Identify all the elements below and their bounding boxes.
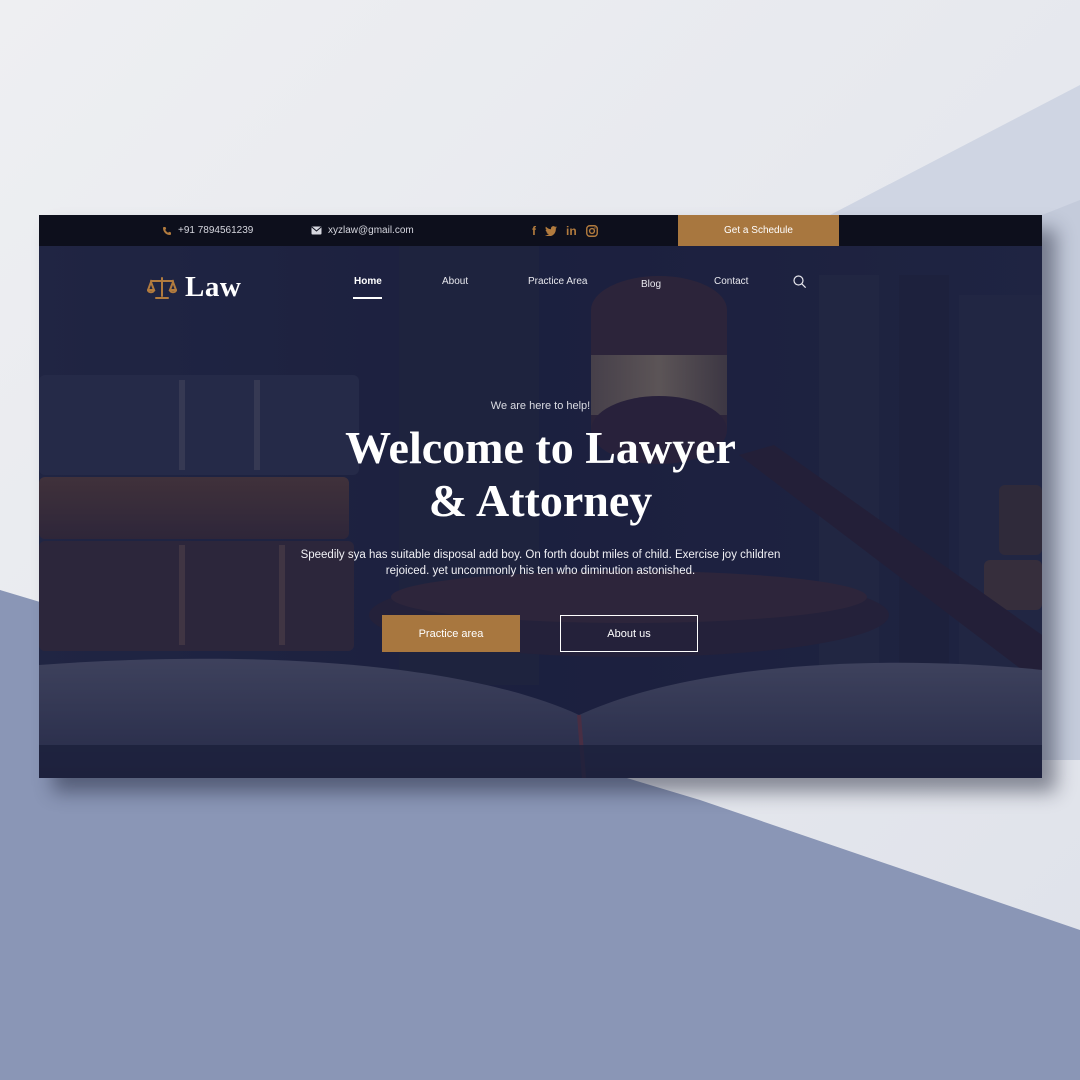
social-links: f in: [532, 215, 598, 246]
get-schedule-button[interactable]: Get a Schedule: [678, 215, 839, 246]
nav-about[interactable]: About: [442, 276, 468, 287]
contact-phone[interactable]: +91 7894561239: [162, 215, 253, 246]
search-icon[interactable]: [793, 275, 806, 288]
nav-home[interactable]: Home: [354, 276, 382, 287]
about-us-button[interactable]: About us: [560, 615, 698, 652]
contact-email[interactable]: xyzlaw@gmail.com: [311, 215, 414, 246]
phone-number: +91 7894561239: [178, 225, 254, 236]
nav-blog[interactable]: Blog: [641, 279, 661, 290]
top-bar: +91 7894561239 xyzlaw@gmail.com f in Get…: [39, 215, 1042, 246]
phone-icon: [163, 226, 171, 235]
hero-title-line-2: & Attorney: [428, 475, 653, 526]
linkedin-icon[interactable]: in: [566, 225, 577, 237]
practice-area-button[interactable]: Practice area: [382, 615, 520, 652]
hero-description: Speedily sya has suitable disposal add b…: [300, 549, 781, 577]
hero-title: Welcome to Lawyer & Attorney: [239, 421, 842, 527]
instagram-icon[interactable]: [585, 224, 598, 237]
email-address: xyzlaw@gmail.com: [328, 225, 414, 236]
hero-title-line-1: Welcome to Lawyer: [345, 422, 736, 473]
nav-contact[interactable]: Contact: [714, 276, 748, 287]
nav-active-indicator: [353, 297, 382, 299]
logo-text: Law: [185, 271, 242, 303]
facebook-icon[interactable]: f: [532, 225, 536, 237]
twitter-icon[interactable]: [545, 225, 557, 236]
nav-practice-area[interactable]: Practice Area: [528, 276, 587, 287]
brand-logo[interactable]: Law: [147, 271, 241, 304]
scales-icon: [147, 276, 177, 299]
hero-eyebrow: We are here to help!: [490, 400, 591, 412]
website-mockup: +91 7894561239 xyzlaw@gmail.com f in Get…: [39, 215, 1042, 778]
mail-icon: [311, 226, 322, 235]
